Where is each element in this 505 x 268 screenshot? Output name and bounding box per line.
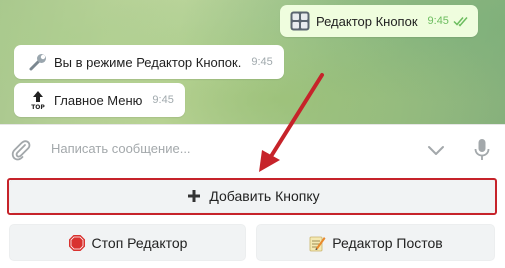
message-time: 9:45 (152, 94, 174, 106)
message-time: 9:45 (251, 56, 273, 68)
incoming-message: TOP Главное Меню 9:45 (14, 83, 185, 117)
add-button-button[interactable]: Добавить Кнопку (9, 179, 496, 213)
chevron-down-icon[interactable] (426, 140, 446, 160)
message-time: 9:45 (427, 15, 449, 27)
message-text: Редактор Кнопок (316, 13, 418, 29)
incoming-message: Вы в режиме Редактор Кнопок. 9:45 (14, 45, 284, 79)
read-ticks-icon (453, 15, 469, 27)
keycap-grid-icon (290, 11, 310, 31)
message-input[interactable]: Написать сообщение... (51, 141, 191, 156)
message-text: Главное Меню (54, 92, 143, 108)
stop-sign-icon (68, 234, 86, 252)
paperclip-icon[interactable] (10, 138, 32, 162)
posts-editor-button[interactable]: Редактор Постов (256, 224, 495, 261)
microphone-icon[interactable] (473, 138, 491, 162)
plus-icon (185, 187, 203, 205)
posts-editor-label: Редактор Постов (332, 234, 443, 251)
message-composer: Написать сообщение... (0, 124, 505, 174)
svg-text:TOP: TOP (31, 104, 45, 110)
memo-icon (308, 234, 326, 252)
outgoing-message: Редактор Кнопок 9:45 (280, 5, 478, 37)
wrench-icon (28, 52, 48, 72)
stop-editor-label: Стоп Редактор (91, 234, 188, 251)
chat-history: Редактор Кнопок 9:45 Вы в режиме Редакто… (0, 0, 505, 124)
add-button-label: Добавить Кнопку (209, 188, 320, 204)
reply-keyboard: Добавить Кнопку Стоп Редактор Редактор П… (0, 174, 505, 268)
message-text: Вы в режиме Редактор Кнопок. (54, 54, 242, 70)
stop-editor-button[interactable]: Стоп Редактор (9, 224, 246, 261)
top-arrow-icon: TOP (28, 90, 48, 111)
